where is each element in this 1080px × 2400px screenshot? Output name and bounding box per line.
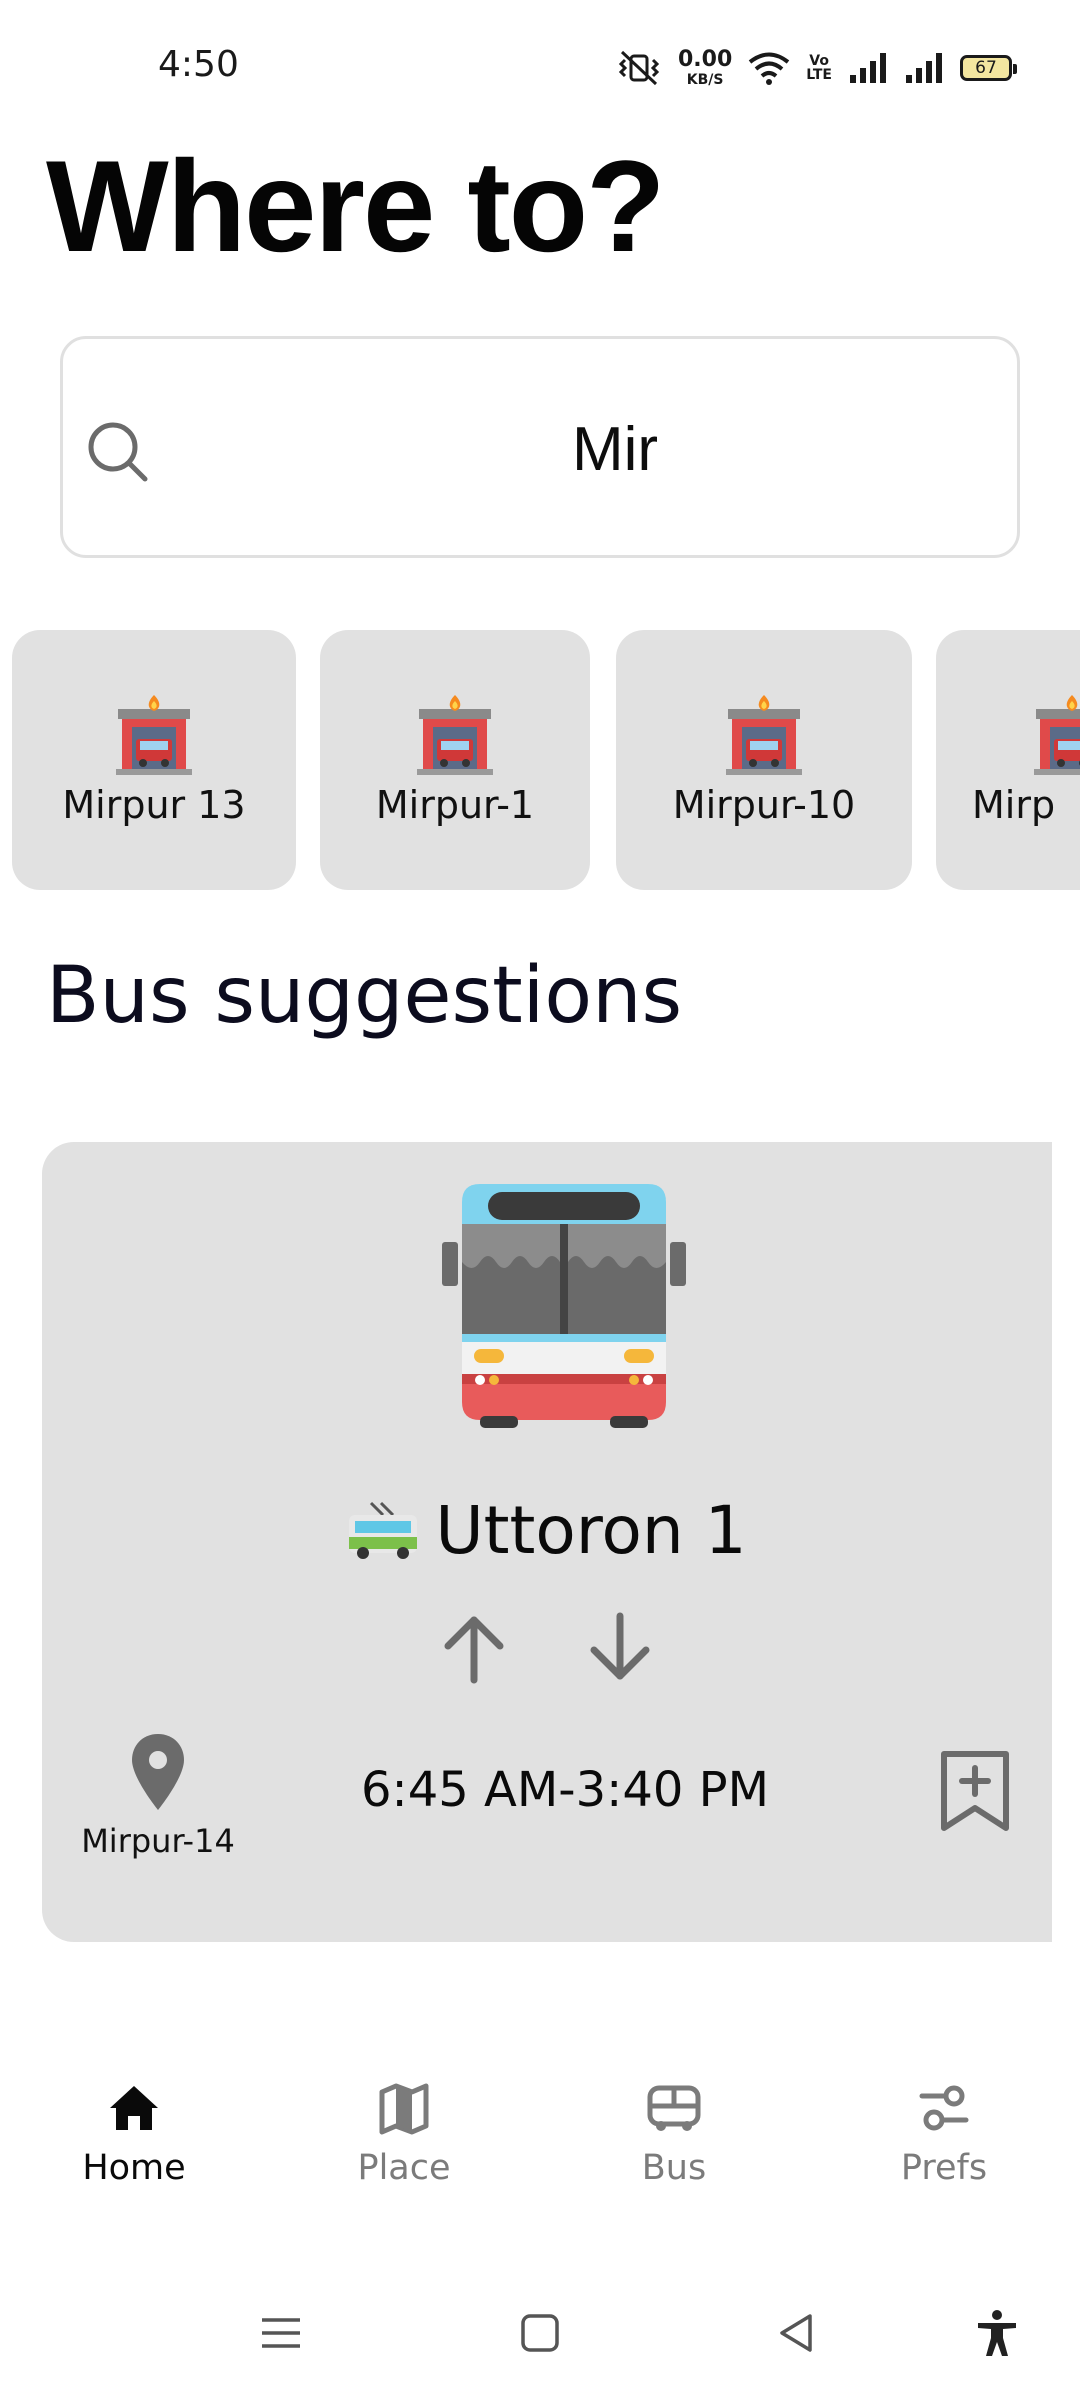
status-icons: 0.00 KB/S Vo LTE 67 <box>616 44 1017 92</box>
battery-level: 67 <box>975 58 997 78</box>
signal-icon <box>906 53 942 83</box>
menu-icon[interactable] <box>256 2308 306 2358</box>
nav-item-home[interactable]: Home <box>34 2080 234 2188</box>
wifi-icon <box>749 52 790 85</box>
bus-suggestion-card[interactable]: Uttoron 1 Mirpur-14 6:45 AM-3:40 PM <box>42 1142 1052 1942</box>
bookmark-add-icon[interactable] <box>938 1750 1012 1832</box>
place-chip-label: Mirp <box>972 783 1056 827</box>
status-bar: 4:50 0.00 KB/S Vo LTE 67 <box>0 0 1080 136</box>
direction-up-button[interactable] <box>442 1612 506 1684</box>
search-box[interactable] <box>60 336 1020 558</box>
network-speed-value: 0.00 <box>678 47 733 72</box>
route-row: Uttoron 1 <box>42 1492 1052 1569</box>
place-chip[interactable]: Mirpur-10 <box>616 630 912 890</box>
sliders-icon <box>919 2085 969 2131</box>
fire-station-icon <box>726 695 802 775</box>
trolleybus-icon <box>349 1501 418 1559</box>
stop-name: Mirpur-14 <box>81 1822 235 1860</box>
place-chip[interactable]: Mirpur 13 <box>12 630 296 890</box>
place-chip-label: Mirpur-10 <box>672 783 856 827</box>
nav-label: Bus <box>641 2148 707 2188</box>
search-icon[interactable] <box>85 419 151 485</box>
network-speed: 0.00 KB/S <box>678 47 733 88</box>
place-chip-label: Mirpur-1 <box>375 783 535 827</box>
home-icon <box>110 2086 158 2130</box>
nav-item-place[interactable]: Place <box>304 2080 504 2188</box>
volte-line1: Vo <box>809 53 829 69</box>
place-chip[interactable]: Mirp <box>936 630 1080 890</box>
status-time: 4:50 <box>158 44 239 85</box>
direction-buttons <box>42 1612 1052 1684</box>
home-square-icon[interactable] <box>515 2308 565 2358</box>
arrow-down-icon <box>590 1612 650 1680</box>
nav-label: Place <box>357 2148 451 2188</box>
bus-suggestions-title: Bus suggestions <box>46 951 683 1041</box>
fire-station-icon <box>1034 695 1080 775</box>
direction-down-button[interactable] <box>588 1612 652 1684</box>
place-chip-label: Mirpur 13 <box>62 783 246 827</box>
system-nav-bar <box>0 2300 1080 2400</box>
bus-icon <box>647 2085 701 2131</box>
arrow-up-icon <box>444 1616 504 1684</box>
place-chip[interactable]: Mirpur-1 <box>320 630 590 890</box>
nav-label: Home <box>82 2148 186 2188</box>
nav-item-prefs[interactable]: Prefs <box>844 2080 1044 2188</box>
signal-icon <box>850 53 886 83</box>
battery-icon: 67 <box>960 55 1017 81</box>
place-chips-row[interactable]: Mirpur 13 Mirpur-1 Mirpur-10 Mirp <box>12 630 1080 890</box>
route-name: Uttoron 1 <box>435 1492 747 1569</box>
volte-indicator: Vo LTE <box>806 54 832 82</box>
vibrate-mute-icon <box>618 50 660 86</box>
accessibility-icon[interactable] <box>972 2308 1022 2358</box>
back-icon[interactable] <box>772 2308 822 2358</box>
search-input[interactable] <box>173 389 987 509</box>
bottom-nav: Home Place Bus Prefs <box>0 2080 1080 2230</box>
bus-front-icon <box>442 1184 686 1428</box>
map-icon <box>379 2083 429 2135</box>
nav-label: Prefs <box>900 2148 988 2188</box>
fire-station-icon <box>116 695 192 775</box>
fire-station-icon <box>417 695 493 775</box>
time-range: 6:45 AM-3:40 PM <box>360 1762 770 1818</box>
network-speed-unit: KB/S <box>686 72 724 88</box>
nav-item-bus[interactable]: Bus <box>574 2080 774 2188</box>
volte-line2: LTE <box>806 67 832 83</box>
page-title: Where to? <box>46 133 666 279</box>
